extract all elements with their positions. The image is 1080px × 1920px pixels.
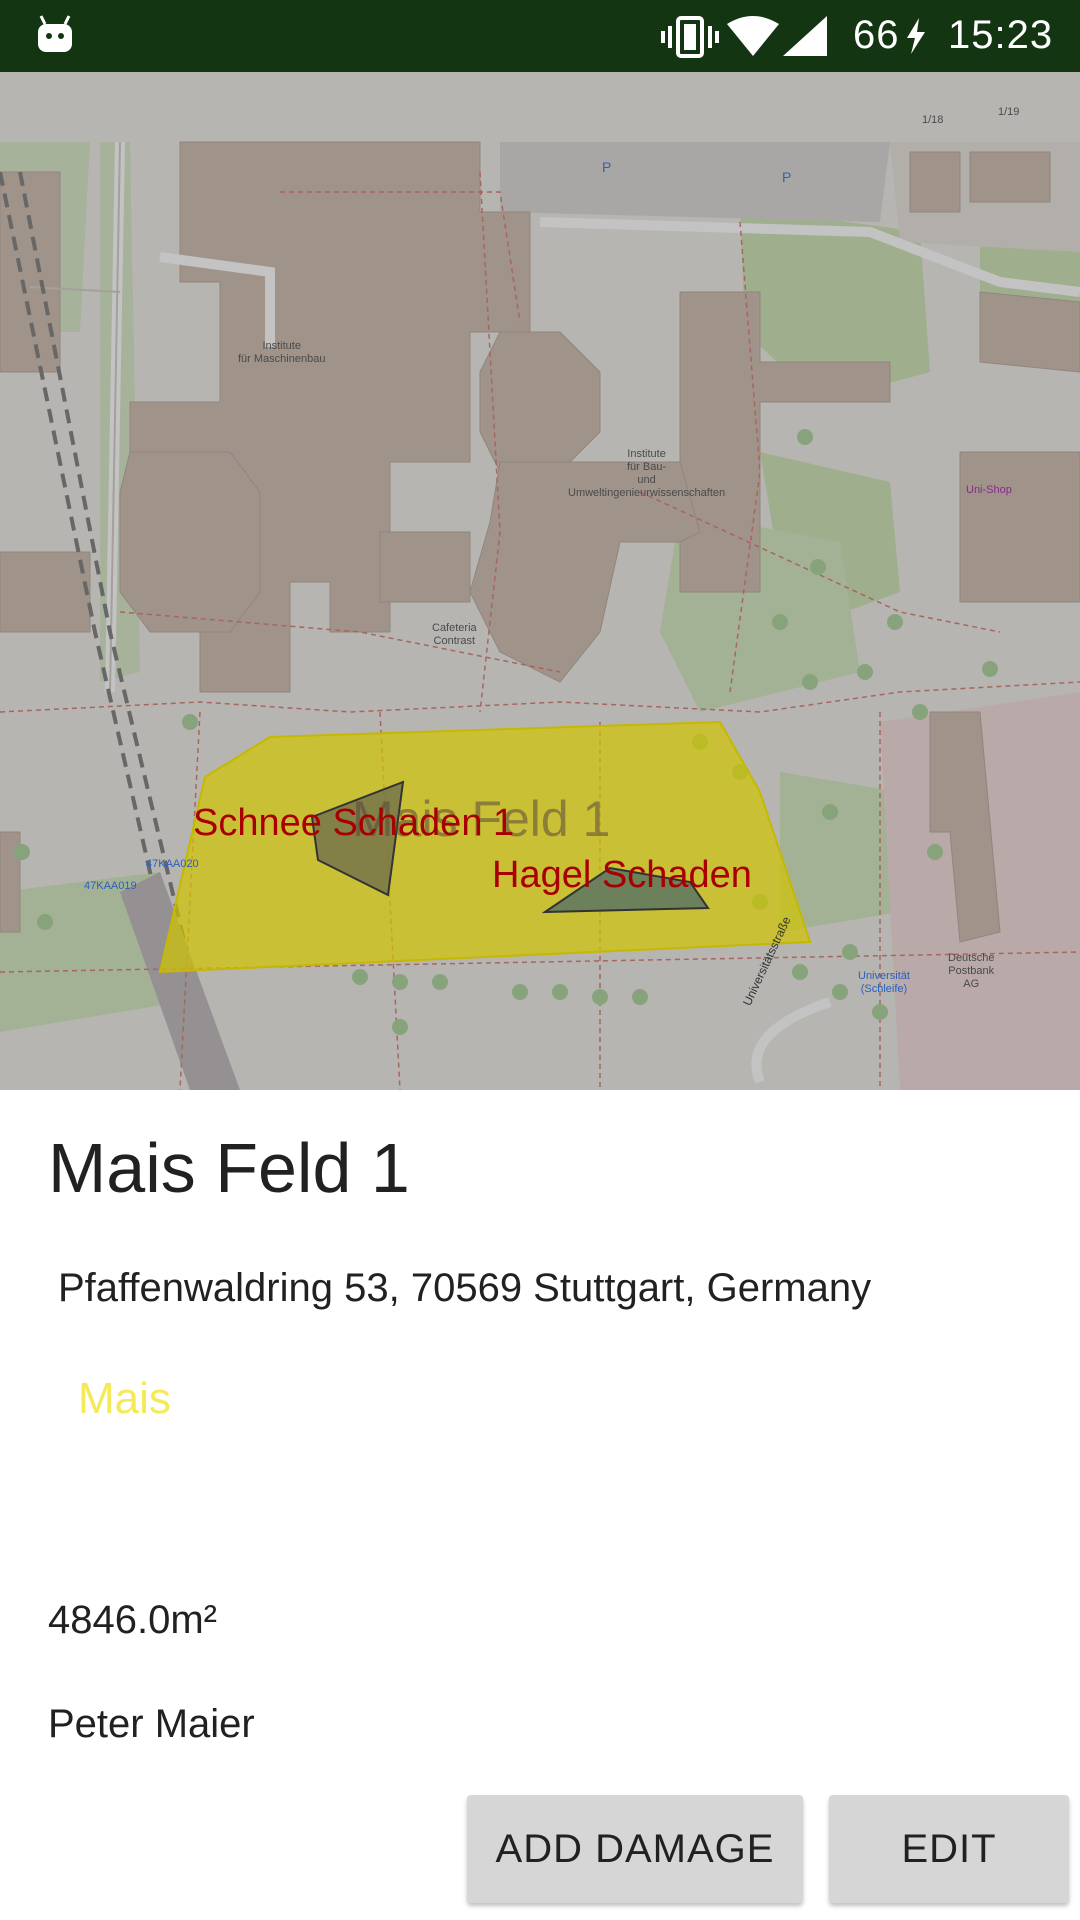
- field-area: 4846.0m²: [48, 1598, 217, 1642]
- map-tiles: P P: [0, 72, 1080, 1090]
- field-title: Mais Feld 1: [48, 1129, 410, 1207]
- map-view[interactable]: P P Institute für Maschinenbau Institute…: [0, 72, 1080, 1090]
- charging-bolt-icon: [907, 18, 925, 54]
- clock: 15:23: [948, 13, 1054, 57]
- status-bar: 66 15:23: [0, 0, 1080, 72]
- android-icon: [38, 15, 72, 52]
- field-polygon: [158, 720, 812, 974]
- wifi-icon: [727, 16, 779, 56]
- field-details-panel: Mais Feld 1 Pfaffenwaldring 53, 70569 St…: [0, 1090, 1080, 1920]
- add-damage-button[interactable]: ADD DAMAGE: [467, 1795, 803, 1903]
- edit-button[interactable]: EDIT: [829, 1795, 1069, 1903]
- battery-level: 66: [853, 13, 900, 57]
- field-address: Pfaffenwaldring 53, 70569 Stuttgart, Ger…: [58, 1266, 872, 1310]
- field-crop: Mais: [78, 1374, 171, 1423]
- vibrate-icon: [661, 16, 719, 58]
- signal-icon: [783, 16, 827, 56]
- field-owner: Peter Maier: [48, 1702, 255, 1746]
